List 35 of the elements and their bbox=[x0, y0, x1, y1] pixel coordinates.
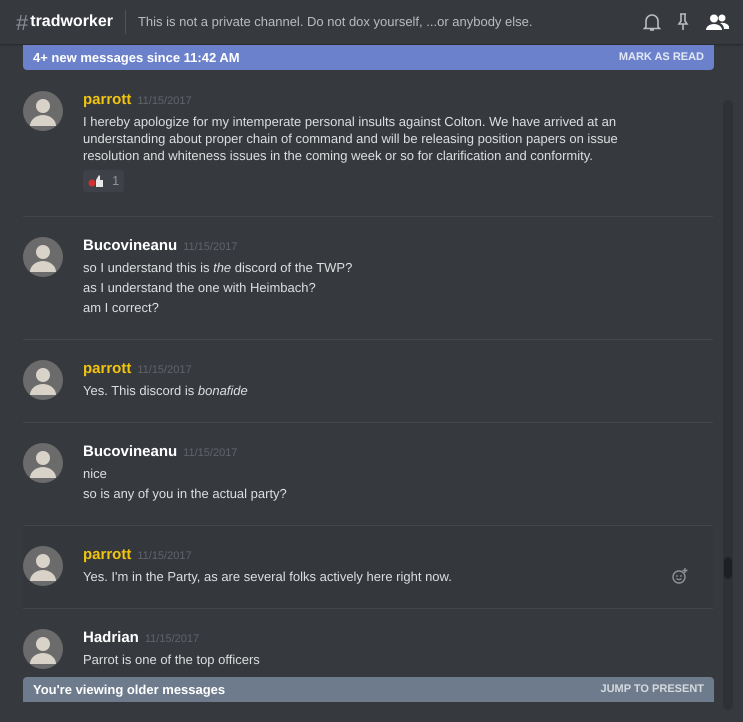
author-name[interactable]: Bucovineanu bbox=[83, 237, 178, 255]
scrollbar-thumb[interactable] bbox=[724, 557, 732, 579]
pin-icon[interactable] bbox=[677, 13, 689, 31]
author-name[interactable]: parrott bbox=[83, 360, 132, 378]
author-name[interactable]: parrott bbox=[83, 546, 132, 564]
reaction-count: 1 bbox=[112, 172, 120, 190]
older-messages-bar[interactable]: You're viewing older messages JUMP TO PRESENT bbox=[23, 677, 714, 702]
message-text: as I understand the one with Heimbach? bbox=[83, 279, 317, 296]
channel-topic: This is not a private channel. Do not dox yourself, ...or anybody else. bbox=[138, 13, 534, 32]
members-icon[interactable] bbox=[705, 14, 729, 30]
avatar[interactable] bbox=[23, 629, 63, 669]
author-name[interactable]: Bucovineanu bbox=[83, 443, 178, 461]
avatar[interactable] bbox=[23, 360, 63, 400]
message-text: so I understand this is the discord of the TWP? bbox=[83, 259, 354, 276]
new-messages-bar[interactable]: 4+ new messages since 11:42 AM MARK AS READ bbox=[23, 45, 714, 70]
message-text: I hereby apologize for my intemperate personal insults against Colton. We have arrived at an understanding about proper chain of command and will be releasing position papers on issue resolution and whiteness issues in the coming week or so for clarification and conformity. bbox=[83, 113, 619, 164]
older-messages-text: You're viewing older messages bbox=[33, 680, 226, 699]
add-reaction-icon[interactable] bbox=[672, 568, 688, 584]
author-name[interactable]: Hadrian bbox=[83, 629, 139, 647]
message-text: nice bbox=[83, 465, 108, 482]
avatar[interactable] bbox=[23, 237, 63, 277]
message-text: Yes. This discord is bonafide bbox=[83, 382, 249, 399]
avatar[interactable] bbox=[23, 443, 63, 483]
notification-bell-icon[interactable] bbox=[643, 12, 661, 32]
thumbs-up-icon bbox=[88, 174, 104, 188]
message-text: Yes. I'm in the Party, as are several folks actively here right now. bbox=[83, 568, 453, 585]
message-text: so is any of you in the actual party? bbox=[83, 485, 288, 502]
hash-icon: # bbox=[16, 6, 28, 38]
author-name[interactable]: parrott bbox=[83, 91, 132, 109]
message-text: am I correct? bbox=[83, 299, 160, 316]
avatar[interactable] bbox=[23, 91, 63, 131]
channel-name: tradworker bbox=[30, 12, 113, 32]
new-messages-text: 4+ new messages since 11:42 AM bbox=[33, 48, 240, 67]
message-text: Parrot is one of the top officers bbox=[83, 651, 261, 668]
avatar[interactable] bbox=[23, 546, 63, 586]
